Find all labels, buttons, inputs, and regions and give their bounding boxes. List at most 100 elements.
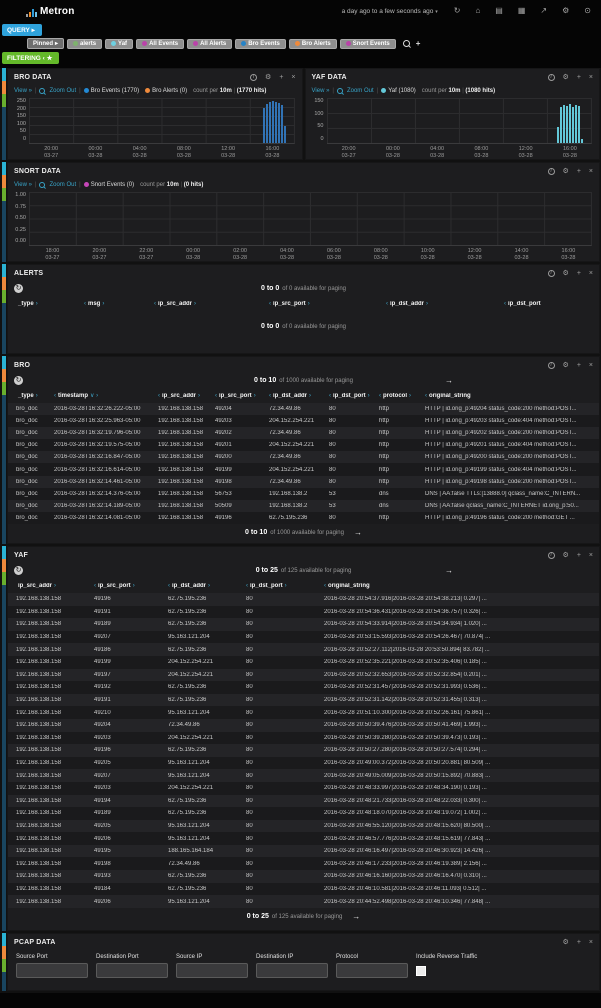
column-header-ip_src_port[interactable]: ‹ip_src_port›	[269, 301, 386, 307]
legend-series[interactable]: Yaf (1080)	[381, 88, 416, 94]
pcap-input-source-ip[interactable]	[176, 963, 248, 978]
column-header-ip_dst_addr[interactable]: ‹ip_dst_addr›	[269, 393, 329, 399]
info-icon[interactable]: i	[250, 74, 257, 81]
table-row[interactable]: 192.168.138.15849203204.152.254.22180201…	[8, 782, 599, 795]
move-icon[interactable]: +	[577, 939, 581, 946]
table-row[interactable]: bro_doc2016-03-28T16:32:14.376-05:00192.…	[8, 488, 599, 500]
query-pill-bro-events[interactable]: Bro Events	[235, 39, 286, 49]
move-icon[interactable]: +	[577, 552, 581, 559]
table-row[interactable]: bro_doc2016-03-28T16:32:14.461-05:00192.…	[8, 476, 599, 488]
share-icon[interactable]: ↗	[540, 7, 547, 15]
gear-icon[interactable]: ⚙	[563, 362, 569, 369]
column-header-original_string[interactable]: ‹original_string	[324, 583, 595, 589]
table-row[interactable]: 192.168.138.1584920795.163.121.204802016…	[8, 631, 599, 644]
close-icon[interactable]: ×	[589, 552, 593, 559]
table-row[interactable]: 192.168.138.1584918662.75.195.236802016-…	[8, 643, 599, 656]
column-header-ip_src_addr[interactable]: ip_src_addr›	[16, 583, 94, 589]
row-collapse-strip[interactable]	[2, 264, 6, 354]
info-icon[interactable]: i	[548, 74, 555, 81]
query-toggle-button[interactable]: QUERY ▸	[2, 24, 42, 36]
table-row[interactable]: 192.168.138.1584919462.75.195.236802016-…	[8, 795, 599, 808]
table-row[interactable]: 192.168.138.1584919262.75.195.236802016-…	[8, 681, 599, 694]
table-row[interactable]: bro_doc2016-03-28T16:32:16.847-05:00192.…	[8, 451, 599, 463]
table-row[interactable]: 192.168.138.1584920695.163.121.204802016…	[8, 832, 599, 845]
row-collapse-strip[interactable]	[2, 933, 6, 991]
refresh-icon[interactable]: ↻	[14, 284, 23, 293]
column-header-protocol[interactable]: ‹protocol›	[379, 393, 425, 399]
refresh-icon[interactable]: ↻	[14, 566, 23, 575]
table-row[interactable]: 192.168.138.1584920595.163.121.204802016…	[8, 757, 599, 770]
column-header-ip_src_port[interactable]: ‹ip_src_port›	[94, 583, 168, 589]
gear-icon[interactable]: ⚙	[563, 552, 569, 559]
gear-icon[interactable]: ⚙	[265, 74, 271, 81]
pcap-input-protocol[interactable]	[336, 963, 408, 978]
move-icon[interactable]: +	[279, 74, 283, 81]
info-icon[interactable]: i	[548, 168, 555, 175]
legend-series[interactable]: Bro Alerts (0)	[145, 88, 187, 94]
gear-icon[interactable]: ⚙	[563, 168, 569, 175]
pinned-queries-button[interactable]: Pinned ▸	[27, 38, 64, 49]
settings-icon[interactable]: ⚙	[562, 7, 569, 15]
search-icon[interactable]	[403, 40, 410, 47]
gear-icon[interactable]: ⚙	[563, 74, 569, 81]
info-icon[interactable]: i	[548, 270, 555, 277]
zoom-out-link[interactable]: Zoom Out	[49, 182, 76, 188]
column-header-ip_src_addr[interactable]: ‹ip_src_addr›	[154, 301, 269, 307]
column-header-ip_dst_port[interactable]: ‹ip_dst_port	[504, 301, 595, 307]
close-icon[interactable]: ×	[589, 939, 593, 946]
query-pill-all-events[interactable]: All Events	[136, 39, 184, 49]
pcap-input-source-port[interactable]	[16, 963, 88, 978]
column-header-ip_src_port[interactable]: ‹ip_src_port›	[215, 393, 269, 399]
table-row[interactable]: 192.168.138.1584919872.34.49.86802016-03…	[8, 857, 599, 870]
zoom-out-link[interactable]: Zoom Out	[49, 88, 76, 94]
move-icon[interactable]: +	[577, 270, 581, 277]
next-page-icon[interactable]: →	[445, 376, 453, 385]
home-icon[interactable]: ⌂	[475, 7, 480, 15]
table-row[interactable]: bro_doc2016-03-28T16:32:14.081-05:00192.…	[8, 512, 599, 524]
pcap-input-destination-port[interactable]	[96, 963, 168, 978]
next-page-icon[interactable]: →	[445, 566, 453, 575]
query-pill-alerts[interactable]: alerts	[67, 39, 102, 49]
table-row[interactable]: bro_doc2016-03-28T16:32:25.963-05:00192.…	[8, 415, 599, 427]
close-icon[interactable]: ×	[589, 362, 593, 369]
table-row[interactable]: 192.168.138.1584919162.75.195.236802016-…	[8, 694, 599, 707]
info-icon[interactable]: i	[548, 362, 555, 369]
legend-series[interactable]: Bro Events (1770)	[84, 88, 139, 94]
add-query-icon[interactable]: +	[416, 39, 421, 48]
move-icon[interactable]: +	[577, 362, 581, 369]
table-row[interactable]: 192.168.138.1584919162.75.195.236802016-…	[8, 606, 599, 619]
refresh-icon[interactable]: ↻	[14, 376, 23, 385]
gear-icon[interactable]: ⚙	[563, 270, 569, 277]
table-row[interactable]: 192.168.138.1584920695.163.121.204802016…	[8, 895, 599, 908]
query-pill-bro-alerts[interactable]: Bro Alerts	[289, 39, 337, 49]
column-header-_type[interactable]: _type›	[16, 301, 84, 307]
row-collapse-strip[interactable]	[2, 546, 6, 931]
history-icon[interactable]: ⊙	[584, 7, 591, 15]
move-icon[interactable]: +	[577, 74, 581, 81]
zoom-out-link[interactable]: Zoom Out	[347, 88, 374, 94]
table-row[interactable]: 192.168.138.1584918962.75.195.236802016-…	[8, 807, 599, 820]
gear-icon[interactable]: ⚙	[563, 939, 569, 946]
column-header-timestamp[interactable]: ‹timestamp∨ ›	[54, 392, 158, 399]
info-icon[interactable]: i	[548, 552, 555, 559]
row-collapse-strip[interactable]	[2, 356, 6, 544]
table-row[interactable]: 192.168.138.1584919662.75.195.236802016-…	[8, 593, 599, 606]
legend-series[interactable]: Snort Events (0)	[84, 182, 134, 188]
table-row[interactable]: 192.168.138.1584918462.75.195.236802016-…	[8, 883, 599, 896]
column-header-original_string[interactable]: ‹original_string	[425, 393, 595, 399]
table-row[interactable]: bro_doc2016-03-28T16:32:26.222-05:00192.…	[8, 403, 599, 415]
close-icon[interactable]: ×	[291, 74, 295, 81]
table-row[interactable]: bro_doc2016-03-28T16:32:14.189-05:00192.…	[8, 500, 599, 512]
close-icon[interactable]: ×	[589, 270, 593, 277]
column-header-ip_src_addr[interactable]: ‹ip_src_addr›	[158, 393, 215, 399]
query-pill-all-alerts[interactable]: All Alerts	[187, 39, 232, 49]
close-icon[interactable]: ×	[589, 168, 593, 175]
time-range-picker[interactable]: a day ago to a few seconds ago ▾	[342, 8, 438, 15]
refresh-icon[interactable]: ↻	[454, 7, 461, 15]
save-icon[interactable]: ▦	[518, 7, 526, 15]
view-link[interactable]: View »	[312, 88, 330, 94]
next-page-icon[interactable]: →	[354, 528, 362, 537]
table-row[interactable]: bro_doc2016-03-28T16:32:19.796-05:00192.…	[8, 427, 599, 439]
folder-open-icon[interactable]: ▤	[495, 7, 503, 15]
query-pill-yaf[interactable]: Yaf	[105, 39, 133, 49]
